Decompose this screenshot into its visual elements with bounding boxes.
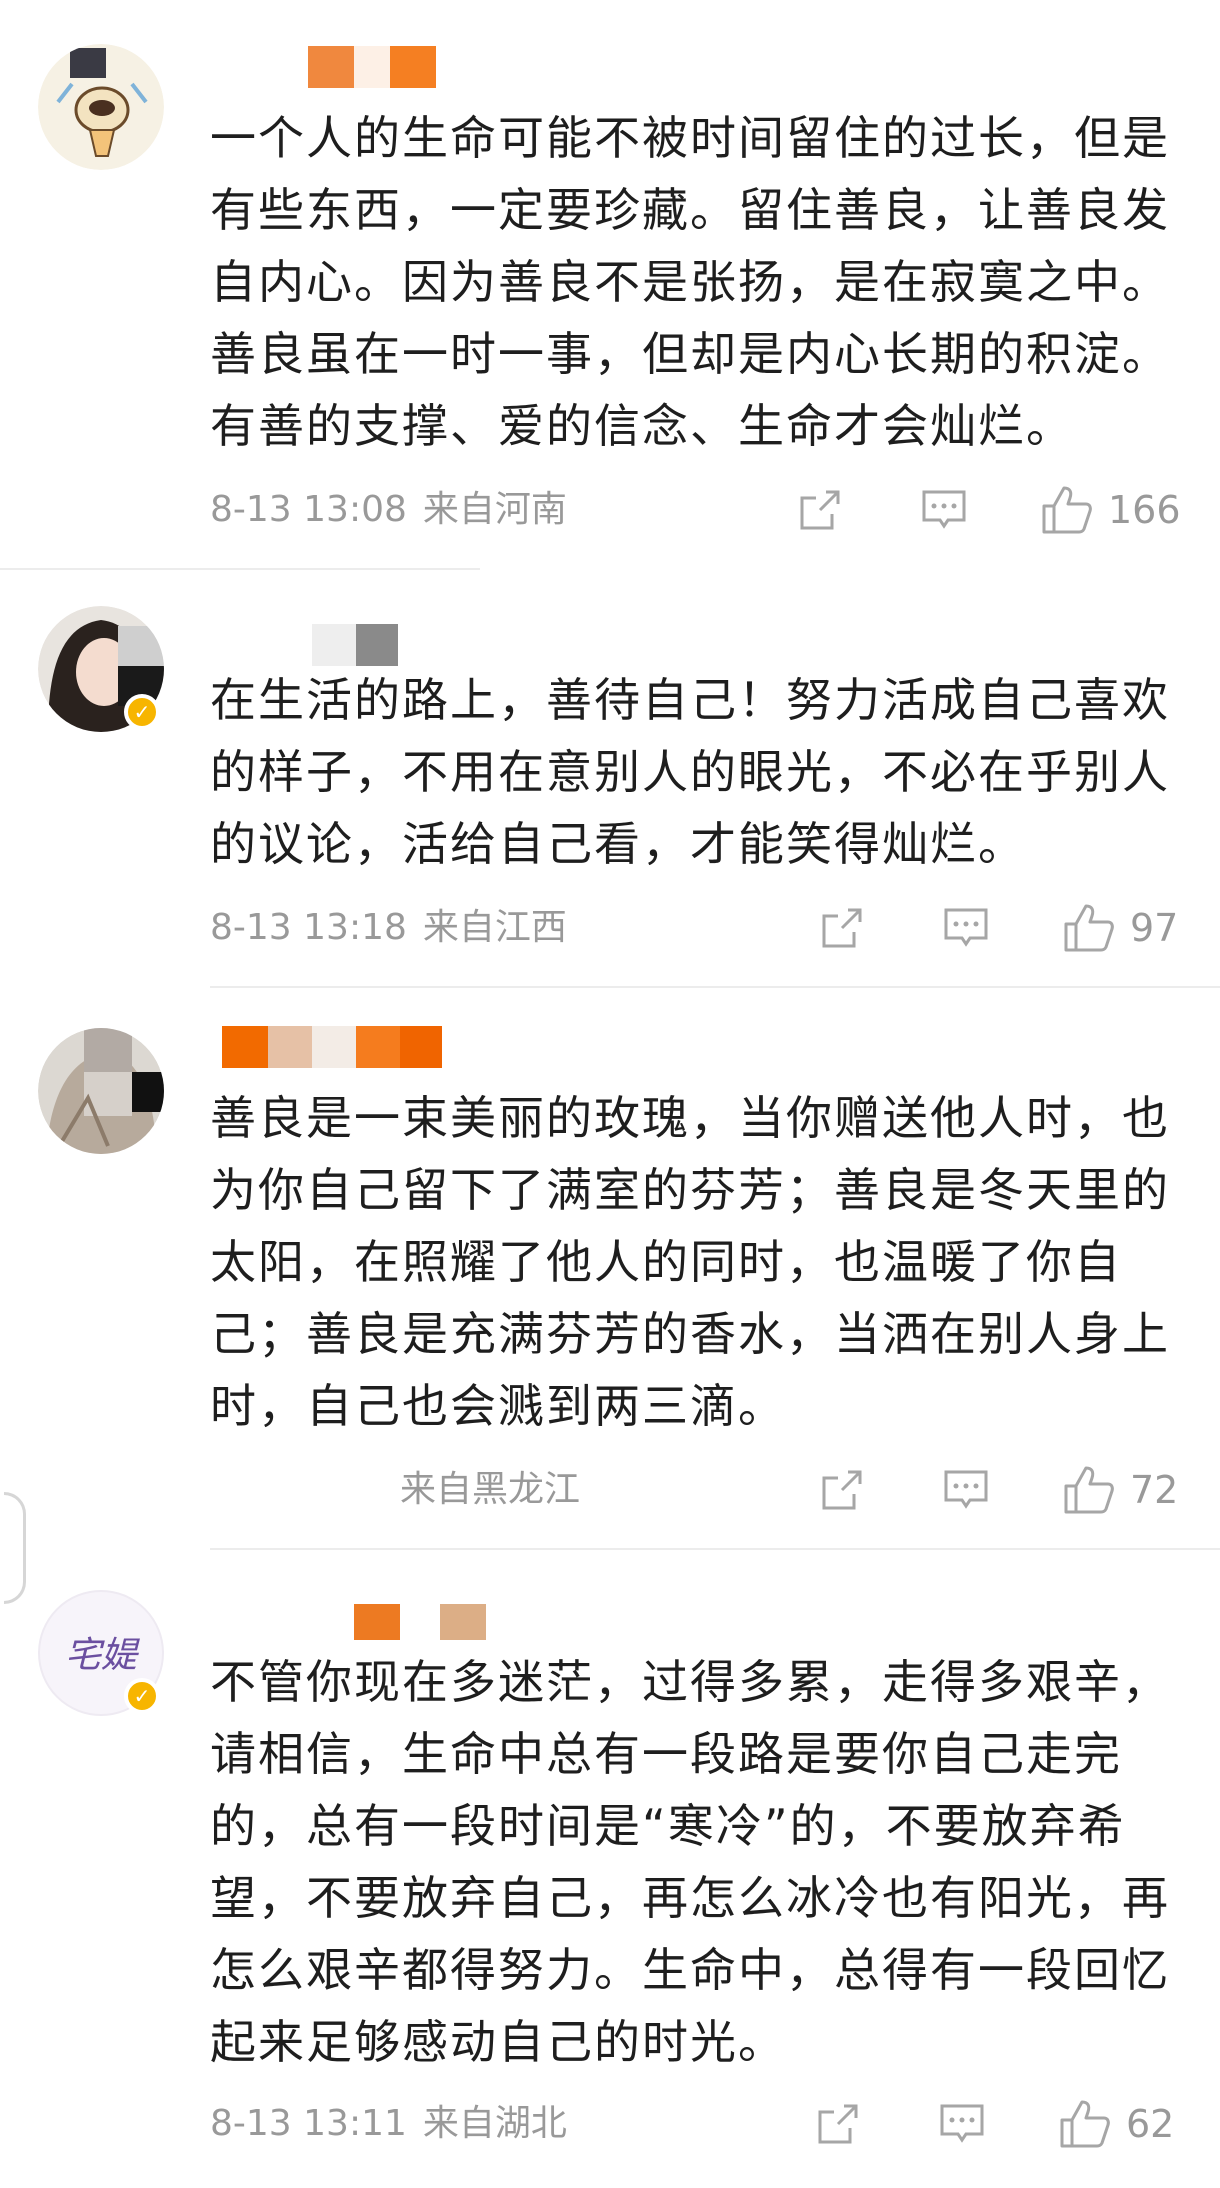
comment-meta: 8-13 13:18 来自江西: [210, 906, 567, 950]
like-button[interactable]: 72: [1062, 1464, 1178, 1516]
share-button[interactable]: [814, 2098, 862, 2150]
divider: [210, 1548, 1220, 1550]
comment-meta: 8-13 13:08 来自河南: [210, 488, 567, 532]
share-icon: [800, 490, 840, 530]
comment-icon: [944, 908, 988, 947]
username-redacted[interactable]: [308, 46, 436, 88]
comment-location: 来自黑龙江: [400, 1469, 581, 1510]
comment-text: 一个人的生命可能不被时间留住的过长，但是有些东西，一定要珍藏。留住善良，让善良发…: [210, 111, 1170, 453]
comment-location: 来自河南: [422, 489, 567, 530]
comment-text: 不管你现在多迷茫，过得多累，走得多艰辛，请相信，生命中总有一段路是要你自己走完的…: [210, 1655, 1170, 2069]
comment-text: 善良是一束美丽的玫瑰，当你赠送他人时，也为你自己留下了满室的芬芳；善良是冬天里的…: [210, 1091, 1170, 1433]
avatar[interactable]: [38, 44, 164, 170]
divider: [210, 986, 1220, 988]
like-count: 166: [1108, 488, 1181, 532]
divider: [0, 568, 480, 570]
comment-button[interactable]: [920, 484, 968, 536]
scroll-handle[interactable]: [4, 1492, 26, 1604]
verified-badge-icon: ✓: [124, 1678, 160, 1714]
comment-location: 来自湖北: [422, 2103, 567, 2144]
like-button[interactable]: 166: [1040, 484, 1181, 536]
comment-icon: [940, 2104, 984, 2143]
verified-badge-icon: ✓: [124, 694, 160, 730]
avatar-text: 宅媞: [64, 1635, 137, 1676]
thumbs-up-icon: [1042, 486, 1092, 534]
like-button[interactable]: 97: [1062, 902, 1178, 954]
like-count: 72: [1130, 1468, 1179, 1512]
comment-time: 8-13 13:18: [210, 907, 407, 948]
username-redacted[interactable]: [222, 1026, 442, 1068]
comment-text: 在生活的路上，善待自己！努力活成自己喜欢的样子，不用在意别人的眼光，不必在乎别人…: [210, 673, 1170, 871]
comment-icon: [922, 490, 966, 529]
username-redacted[interactable]: [354, 1604, 486, 1640]
share-icon: [818, 2104, 858, 2144]
avatar-image: [38, 44, 164, 170]
like-count: 97: [1130, 906, 1179, 950]
like-count: 62: [1126, 2102, 1175, 2146]
username-redacted[interactable]: [312, 624, 398, 666]
share-button[interactable]: [818, 1464, 866, 1516]
share-icon: [822, 1470, 862, 1510]
comment-button[interactable]: [942, 902, 990, 954]
thumbs-up-icon: [1064, 904, 1114, 952]
comment-time: 8-13 13:11: [210, 2103, 407, 2144]
comment-meta: 来自黑龙江: [210, 1468, 580, 1512]
thumbs-up-icon: [1064, 1466, 1114, 1514]
comment-location: 来自江西: [422, 907, 567, 948]
comment-time: 8-13 13:08: [210, 489, 407, 530]
share-button[interactable]: [818, 902, 866, 954]
like-button[interactable]: 62: [1058, 2098, 1174, 2150]
comment-icon: [944, 1470, 988, 1509]
comment-button[interactable]: [938, 2098, 986, 2150]
share-button[interactable]: [796, 484, 844, 536]
avatar-image: [38, 1028, 164, 1154]
thumbs-up-icon: [1060, 2100, 1110, 2148]
share-icon: [822, 908, 862, 948]
avatar[interactable]: [38, 1028, 164, 1154]
comment-meta: 8-13 13:11 来自湖北: [210, 2102, 567, 2146]
comment-button[interactable]: [942, 1464, 990, 1516]
